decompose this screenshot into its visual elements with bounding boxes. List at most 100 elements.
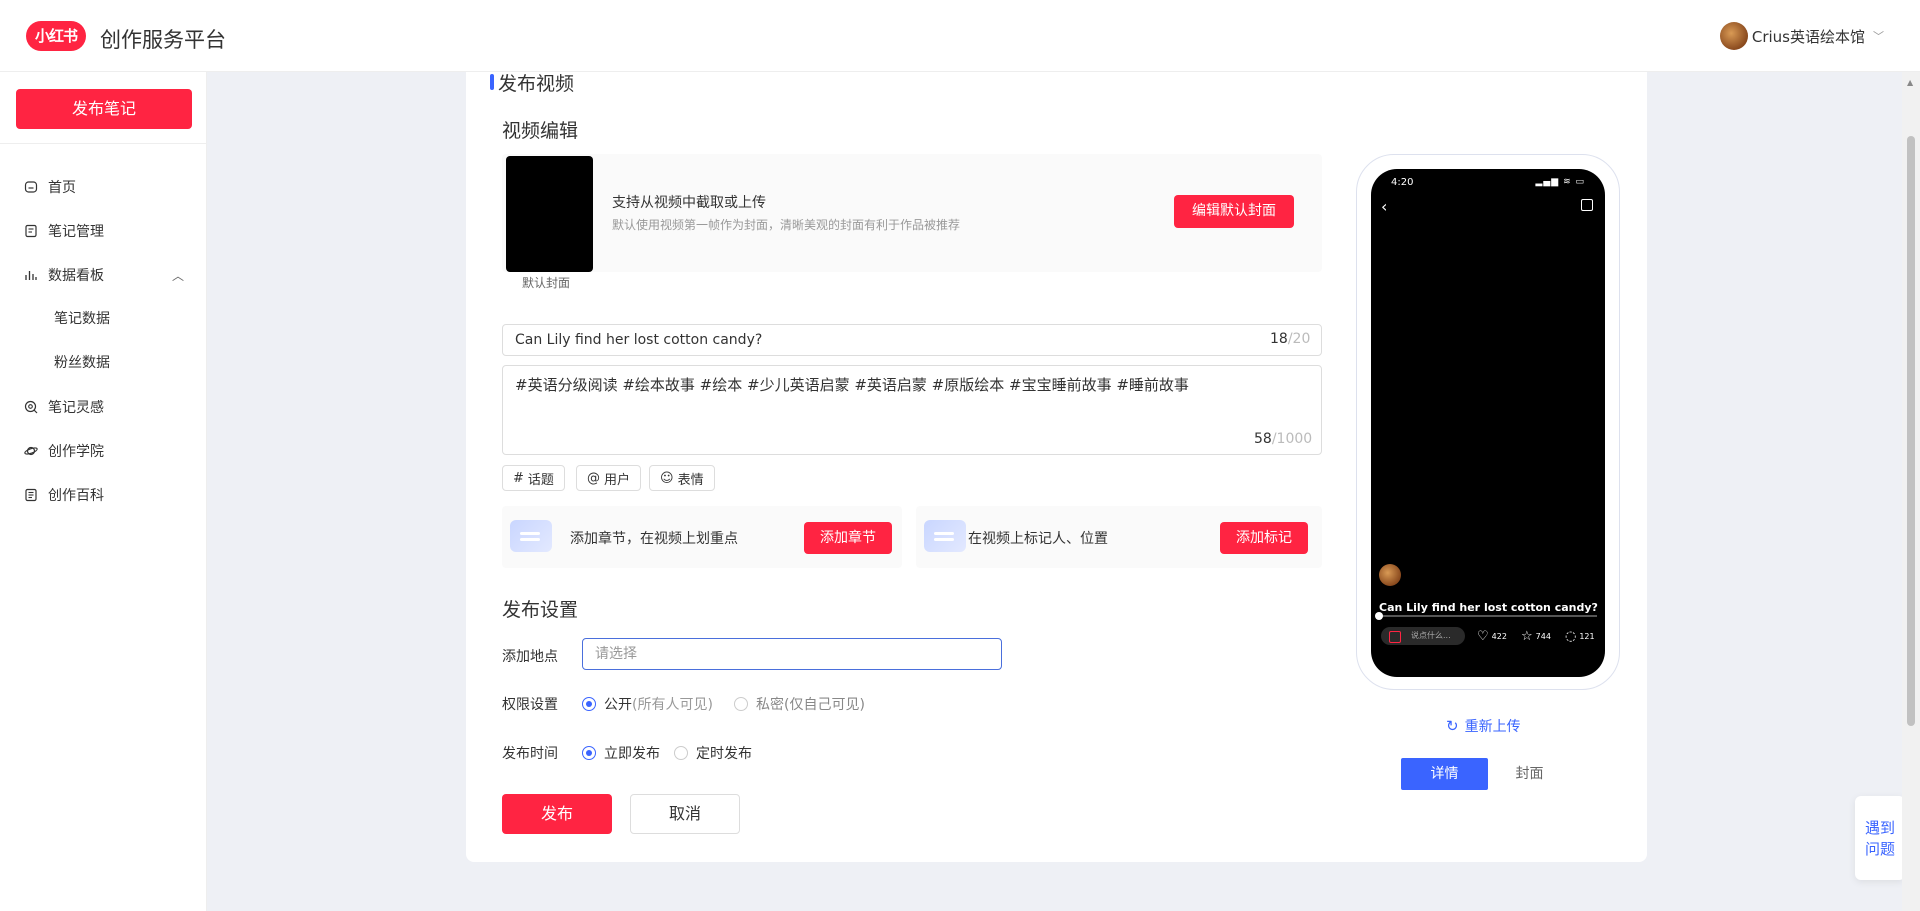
publish-now-label: 立即发布: [604, 746, 660, 762]
topic-button[interactable]: # 话题: [502, 465, 565, 491]
status-time: 4:20: [1391, 177, 1414, 188]
chapter-panel: 添加章节，在视频上划重点 添加章节: [502, 506, 902, 568]
publish-video-card: 发布视频 视频编辑 支持从视频中截取或上传 默认使用视频第一帧作为封面，清晰美观…: [466, 72, 1647, 862]
publish-button[interactable]: 发布: [502, 794, 612, 834]
publish-time-label: 发布时间: [502, 746, 558, 762]
sidebar-item-inspiration[interactable]: 笔记灵感: [24, 395, 184, 419]
collects-count: 744: [1535, 632, 1551, 641]
emoji-label: 表情: [677, 472, 704, 488]
publish-settings-title: 发布设置: [502, 599, 579, 621]
help-line-2: 问题: [1864, 840, 1895, 858]
sidebar: 发布笔记 首页 笔记管理 数据看板 ︿ 笔记数据 粉丝数据 笔记灵感 创作学院 …: [0, 72, 207, 911]
divider: [0, 143, 207, 144]
chart-icon: [25, 271, 37, 280]
inspiration-icon: [24, 400, 38, 414]
sidebar-item-dashboard[interactable]: 数据看板 ︿: [24, 263, 184, 287]
cover-hint: 默认使用视频第一帧作为封面，清晰美观的封面有利于作品被推荐: [612, 218, 961, 232]
topic-label: 话题: [527, 472, 554, 488]
top-bar: 小红书 创作服务平台 Crius英语绘本馆 ﹀: [0, 0, 1920, 72]
preview-screen[interactable]: 4:20 ▂▄▆ ≋ ▭ ‹ Can Lily find her lost co…: [1371, 169, 1605, 677]
home-icon: [24, 181, 38, 193]
title-accent-bar: [490, 74, 494, 90]
phone-preview: 4:20 ▂▄▆ ≋ ▭ ‹ Can Lily find her lost co…: [1356, 154, 1620, 690]
share-icon: [1581, 199, 1593, 211]
user-menu[interactable]: Crius英语绘本馆 ﹀: [1719, 22, 1884, 50]
sidebar-subitem-fan-data[interactable]: 粉丝数据: [54, 351, 110, 375]
section-title: 发布视频: [490, 72, 574, 92]
description-counter: 58/1000: [1254, 431, 1312, 447]
sidebar-item-label: 创作学院: [48, 444, 104, 460]
comments-stat: ◌ 121: [1565, 629, 1595, 644]
private-label: 私密(仅自己可见): [756, 697, 865, 713]
add-chapter-button[interactable]: 添加章节: [804, 522, 892, 554]
sidebar-item-notes[interactable]: 笔记管理: [24, 219, 184, 243]
sidebar-item-label: 创作百科: [48, 488, 104, 504]
description-count: 58: [1254, 431, 1272, 447]
cover-thumbnail[interactable]: [506, 156, 593, 272]
chapter-text: 添加章节，在视频上划重点: [570, 531, 738, 547]
scheduled-label: 定时发布: [696, 746, 752, 762]
comment-input: 说点什么...: [1381, 627, 1465, 645]
sidebar-item-home[interactable]: 首页: [24, 175, 184, 199]
mark-text: 在视频上标记人、位置: [968, 531, 1108, 547]
add-mark-button[interactable]: 添加标记: [1220, 522, 1308, 554]
back-arrow-icon: ‹: [1381, 197, 1388, 216]
public-label: 公开: [604, 697, 632, 713]
reupload-button[interactable]: ↻ 重新上传: [1446, 716, 1521, 736]
video-edit-title: 视频编辑: [502, 120, 579, 142]
video-progress: [1375, 612, 1597, 620]
cancel-button[interactable]: 取消: [630, 794, 740, 834]
edit-cover-button[interactable]: 编辑默认封面: [1174, 195, 1294, 228]
sidebar-item-academy[interactable]: 创作学院: [24, 439, 184, 463]
status-icons: ▂▄▆ ≋ ▭: [1535, 177, 1585, 187]
academy-icon: [24, 446, 38, 456]
sidebar-subitem-note-data[interactable]: 笔记数据: [54, 307, 110, 331]
likes-count: 422: [1491, 632, 1507, 641]
user-avatar: [1719, 22, 1748, 50]
wiki-icon: [25, 488, 37, 502]
brand-logo[interactable]: 小红书: [26, 21, 86, 51]
note-icon: [25, 224, 37, 238]
radio-dot-checked: [582, 746, 596, 760]
smile-icon: ☺: [660, 470, 674, 486]
permission-label: 权限设置: [502, 697, 558, 713]
location-select[interactable]: 请选择: [582, 638, 1002, 670]
mention-user-button[interactable]: @ 用户: [576, 465, 642, 491]
section-title-text: 发布视频: [498, 72, 575, 93]
description-textarea[interactable]: #英语分级阅读 #绘本故事 #绘本 #少儿英语启蒙 #英语启蒙 #原版绘本 #宝…: [502, 365, 1322, 455]
radio-public[interactable]: 公开 (所有人可见): [582, 694, 713, 714]
user-name: Crius英语绘本馆: [1751, 27, 1865, 46]
scroll-up-icon[interactable]: ▲: [1907, 78, 1913, 87]
radio-private[interactable]: 私密(仅自己可见): [734, 694, 865, 714]
sidebar-item-label: 笔记管理: [48, 224, 104, 240]
help-float-button[interactable]: 遇到 问题: [1855, 796, 1905, 880]
sidebar-item-wiki[interactable]: 创作百科: [24, 483, 184, 507]
likes-stat: ♡ 422: [1477, 629, 1507, 644]
hashtag-icon: #: [513, 470, 524, 486]
heart-icon: ♡: [1477, 629, 1489, 644]
title-count: 18: [1270, 331, 1288, 347]
location-label: 添加地点: [502, 649, 558, 665]
radio-dot: [734, 697, 748, 711]
tab-detail[interactable]: 详情: [1401, 758, 1488, 790]
publish-note-button[interactable]: 发布笔记: [16, 89, 192, 129]
cover-title: 支持从视频中截取或上传: [612, 195, 766, 211]
chapter-icon: [510, 520, 552, 552]
emoji-button[interactable]: ☺ 表情: [649, 465, 715, 491]
chevron-up-icon[interactable]: ︿: [172, 267, 184, 284]
title-input[interactable]: Can Lily find her lost cotton candy?: [502, 324, 1322, 356]
scrollbar[interactable]: ▲: [1902, 72, 1920, 911]
app-title: 创作服务平台: [100, 28, 226, 52]
radio-publish-now[interactable]: 立即发布: [582, 743, 660, 763]
radio-scheduled[interactable]: 定时发布: [674, 743, 752, 763]
public-hint: (所有人可见): [632, 697, 713, 713]
reupload-label: 重新上传: [1464, 719, 1521, 735]
tab-cover[interactable]: 封面: [1486, 758, 1573, 790]
user-label: 用户: [604, 472, 631, 488]
preview-title: Can Lily find her lost cotton candy? #英: [1379, 601, 1599, 614]
chevron-down-icon: ﹀: [1873, 30, 1884, 43]
at-icon: @: [587, 470, 600, 486]
description-text: #英语分级阅读 #绘本故事 #绘本 #少儿英语启蒙 #英语启蒙 #原版绘本 #宝…: [515, 376, 1189, 394]
help-line-1: 遇到: [1864, 819, 1895, 837]
scrollbar-thumb[interactable]: [1907, 136, 1915, 726]
